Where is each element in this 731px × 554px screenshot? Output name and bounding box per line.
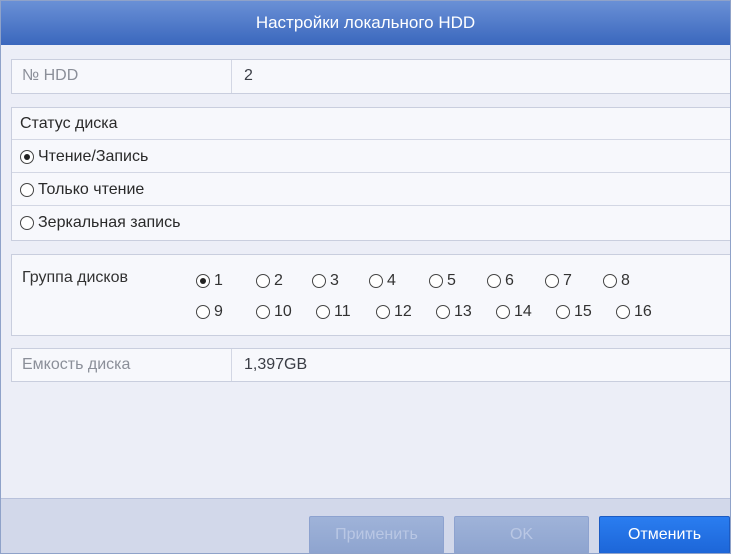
radio-icon[interactable] (436, 304, 450, 319)
option-label: 10 (274, 303, 292, 320)
disk-group-option-8[interactable]: 8 (603, 271, 630, 291)
disk-status-panel: Статус диска Чтение/Запись Только чтение… (11, 107, 730, 241)
hdd-number-row: № HDD 2 (12, 60, 730, 93)
capacity-value: 1,397GB (244, 356, 308, 373)
hdd-number-panel: № HDD 2 (11, 59, 730, 94)
capacity-row: Емкость диска 1,397GB (12, 349, 730, 381)
radio-icon[interactable] (196, 304, 210, 319)
radio-icon[interactable] (369, 273, 383, 288)
hdd-number-label: № HDD (12, 60, 232, 93)
disk-group-option-16[interactable]: 16 (616, 302, 652, 322)
status-option-label: Чтение/Запись (38, 148, 149, 165)
disk-group-option-3[interactable]: 3 (312, 271, 339, 291)
option-label: 6 (505, 272, 514, 289)
disk-group-option-12[interactable]: 12 (376, 302, 412, 322)
option-label: 14 (514, 303, 532, 320)
radio-icon[interactable] (545, 273, 559, 288)
radio-icon[interactable] (312, 273, 326, 288)
radio-icon[interactable] (487, 273, 501, 288)
option-label: 15 (574, 303, 592, 320)
radio-icon[interactable] (603, 273, 617, 288)
disk-group-option-11[interactable]: 11 (316, 302, 351, 322)
disk-group-option-7[interactable]: 7 (545, 271, 572, 291)
cancel-button[interactable]: Отменить (599, 516, 730, 553)
option-label: 16 (634, 303, 652, 320)
radio-icon[interactable] (496, 304, 510, 319)
option-label: 5 (447, 272, 456, 289)
option-label: 11 (334, 303, 351, 320)
disk-group-option-9[interactable]: 9 (196, 302, 223, 322)
disk-group-option-6[interactable]: 6 (487, 271, 514, 291)
radio-icon[interactable] (256, 273, 270, 288)
option-label: 9 (214, 303, 223, 320)
radio-icon[interactable] (556, 304, 570, 319)
option-label: 7 (563, 272, 572, 289)
status-option-read-write[interactable]: Чтение/Запись (12, 141, 730, 173)
ok-button[interactable]: OK (454, 516, 589, 553)
radio-icon[interactable] (429, 273, 443, 288)
status-option-mirror[interactable]: Зеркальная запись (12, 207, 730, 239)
option-label: 4 (387, 272, 396, 289)
disk-group-option-1[interactable]: 1 (196, 271, 223, 291)
option-label: 3 (330, 272, 339, 289)
status-option-read-only[interactable]: Только чтение (12, 174, 730, 206)
option-label: 13 (454, 303, 472, 320)
disk-group-option-14[interactable]: 14 (496, 302, 532, 322)
disk-group-panel: Группа дисков 1 2 3 4 5 6 7 8 9 10 11 12… (11, 254, 730, 336)
apply-button[interactable]: Применить (309, 516, 444, 553)
option-label: 1 (214, 272, 223, 289)
radio-checked-icon[interactable] (20, 149, 34, 164)
radio-icon[interactable] (20, 182, 34, 197)
disk-group-option-4[interactable]: 4 (369, 271, 396, 291)
radio-checked-icon[interactable] (196, 273, 210, 288)
dialog-title: Настройки локального HDD (1, 1, 730, 45)
radio-icon[interactable] (376, 304, 390, 319)
disk-group-option-5[interactable]: 5 (429, 271, 456, 291)
disk-group-option-13[interactable]: 13 (436, 302, 472, 322)
status-option-label: Только чтение (38, 181, 145, 198)
radio-icon[interactable] (316, 304, 330, 319)
option-label: 2 (274, 272, 283, 289)
dialog-footer: Применить OK Отменить (1, 498, 730, 553)
radio-icon[interactable] (256, 304, 270, 319)
disk-group-option-10[interactable]: 10 (256, 302, 292, 322)
hdd-settings-dialog: Настройки локального HDD № HDD 2 Статус … (0, 0, 731, 554)
disk-group-label: Группа дисков (22, 269, 129, 286)
hdd-number-value: 2 (244, 67, 253, 84)
option-label: 8 (621, 272, 630, 289)
radio-icon[interactable] (20, 215, 34, 230)
disk-group-option-2[interactable]: 2 (256, 271, 283, 291)
radio-icon[interactable] (616, 304, 630, 319)
disk-group-option-15[interactable]: 15 (556, 302, 592, 322)
disk-status-heading: Статус диска (12, 108, 730, 140)
option-label: 12 (394, 303, 412, 320)
capacity-panel: Емкость диска 1,397GB (11, 348, 730, 382)
status-option-label: Зеркальная запись (38, 214, 181, 231)
capacity-label: Емкость диска (12, 349, 232, 381)
